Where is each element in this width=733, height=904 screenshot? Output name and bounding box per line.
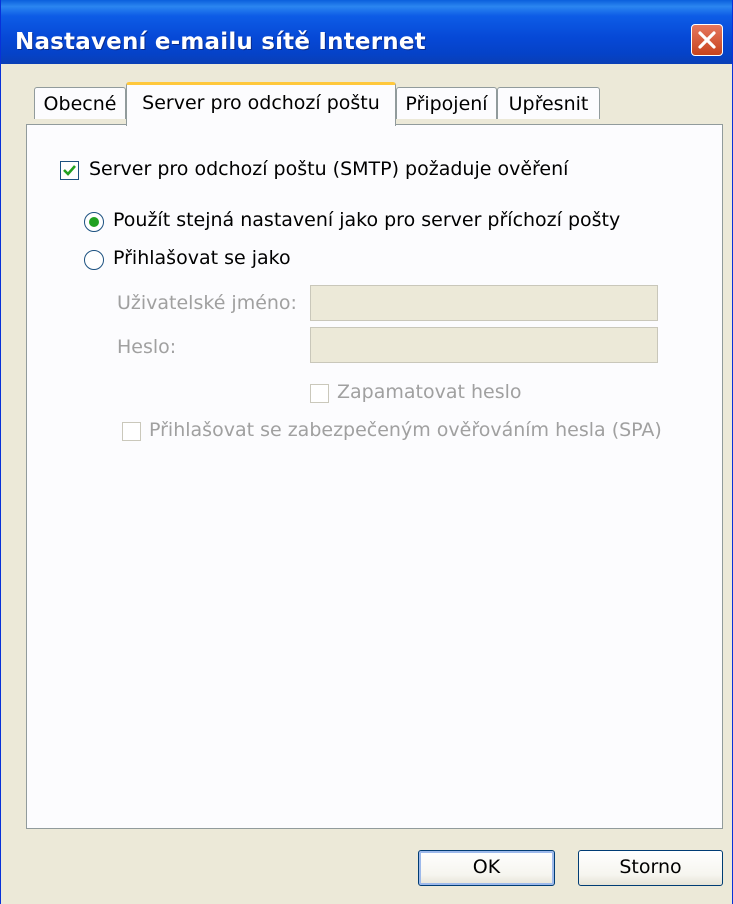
same-settings-label: Použít stejná nastavení jako pro server … [113,209,621,231]
remember-password-checkbox[interactable] [310,384,329,403]
ok-button[interactable]: OK [418,850,555,886]
tab-obecne[interactable]: Obecné [34,87,126,119]
tab-label: Upřesnit [508,93,589,115]
checkmark-icon [63,165,76,176]
password-label: Heslo: [117,336,177,358]
title-bar[interactable]: Nastavení e-mailu sítě Internet [1,0,732,64]
login-as-label: Přihlašovat se jako [113,247,291,269]
tab-label: Obecné [43,93,117,115]
spa-label: Přihlašovat se zabezpečeným ověřováním h… [149,419,662,441]
password-field[interactable] [310,327,658,363]
smtp-auth-label: Server pro odchozí poštu (SMTP) požaduje… [89,158,569,180]
radio-selected-dot [89,217,99,227]
cancel-button[interactable]: Storno [578,850,723,886]
close-button[interactable] [691,24,723,56]
tab-upresnit[interactable]: Upřesnit [497,87,600,119]
close-icon [698,31,716,49]
remember-password-label: Zapamatovat heslo [337,381,522,403]
username-field[interactable] [310,285,658,321]
tab-pripojeni[interactable]: Připojení [396,87,497,119]
tab-server-pro-odchozi-postu[interactable]: Server pro odchozí poštu [126,82,396,126]
smtp-auth-checkbox[interactable] [60,161,79,180]
username-label: Uživatelské jméno: [117,292,297,314]
dialog-window: Nastavení e-mailu sítě Internet Obecné S… [0,0,733,904]
login-as-radio[interactable] [84,250,104,270]
window-title: Nastavení e-mailu sítě Internet [15,29,426,55]
tab-label: Připojení [405,93,488,115]
tab-label: Server pro odchozí poštu [142,92,380,114]
tab-panel: Server pro odchozí poštu (SMTP) požaduje… [26,124,723,829]
same-settings-radio[interactable] [84,212,104,232]
spa-checkbox[interactable] [122,422,141,441]
